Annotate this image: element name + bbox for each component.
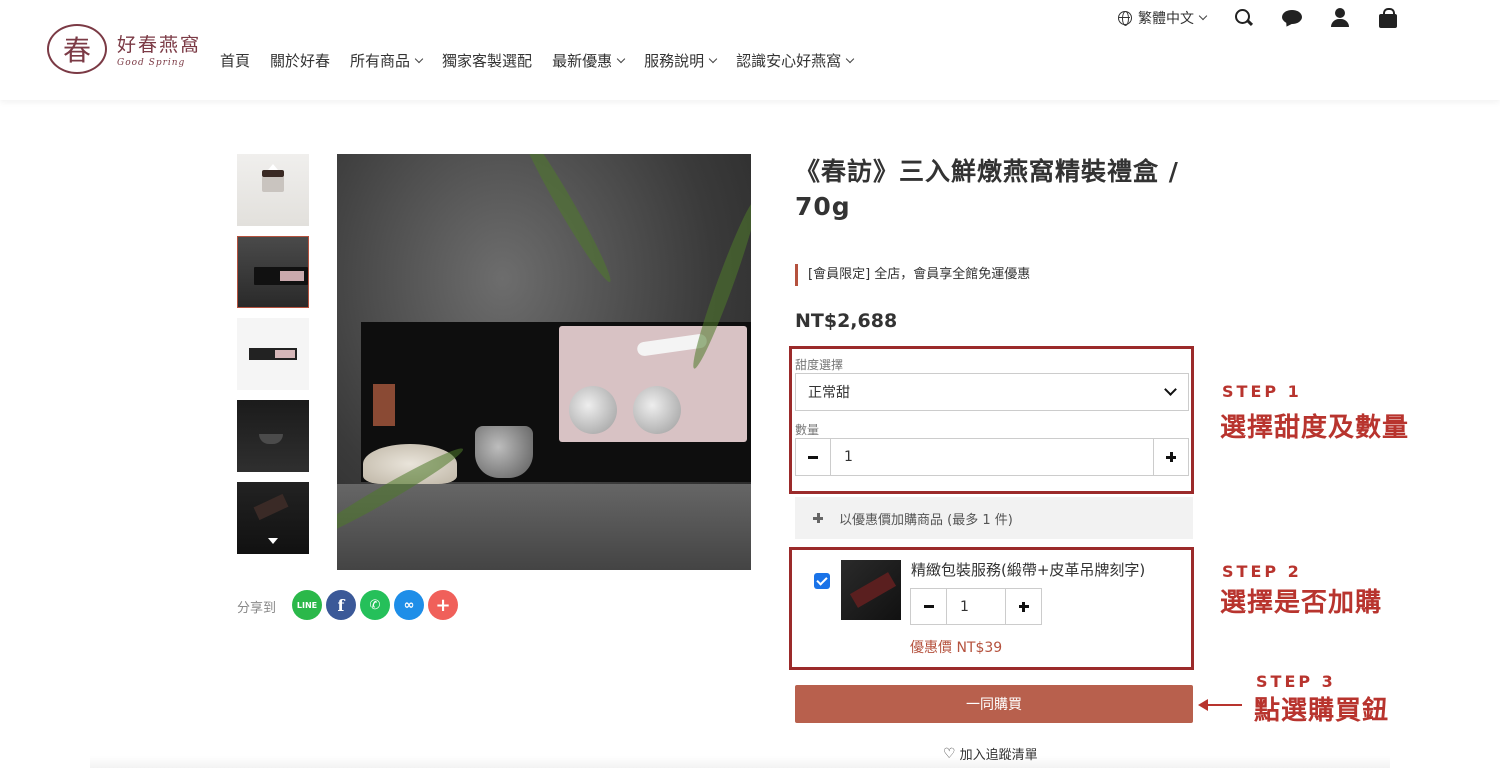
step3-arrow-icon [1198,699,1242,711]
step2-description: 選擇是否加購 [1220,588,1383,618]
arrow-down-icon[interactable] [268,538,278,544]
step3-description: 點選購買鈕 [1254,696,1390,726]
logo-text: 好春燕窩 Good Spring [117,30,201,68]
addon-price: 優惠價 NT$39 [910,640,1003,656]
site-header: 春 好春燕窩 Good Spring 首頁 關於好春 所有商品 獨家客製選配 最… [0,0,1500,100]
site-logo[interactable]: 春 好春燕窩 Good Spring [47,24,201,74]
nav-label: 獨家客製選配 [442,52,533,70]
chevron-down-icon [414,54,424,63]
globe-icon [1118,11,1132,26]
bottom-shadow [90,756,1390,768]
thumbnail-4[interactable] [237,400,309,472]
chevron-down-icon [616,54,626,63]
quantity-stepper: 1 [795,438,1189,476]
thumbnail-box [253,493,289,521]
thumbnail-list [237,154,309,564]
main-product-image[interactable] [337,154,751,570]
more-share-icon[interactable]: + [428,590,458,620]
nav-about[interactable]: 關於好春 [270,50,330,71]
nav-custom[interactable]: 獨家客製選配 [442,50,532,71]
logo-name-cn: 好春燕窩 [117,34,202,56]
logo-mark: 春 [47,24,107,74]
quantity-label: 數量 [795,423,820,437]
nav-label: 首頁 [220,52,251,70]
share-buttons: LINE f ✆ ∞ + [292,590,462,620]
addon-toggle-label: 以優惠價加購商品 (最多 1 件) [839,512,1013,528]
step3-title: STEP 3 [1256,672,1336,691]
step2-title: STEP 2 [1222,562,1302,581]
share-label: 分享到 [237,601,277,616]
thumbnail-3[interactable] [237,318,309,390]
addon-toggle[interactable]: 以優惠價加購商品 (最多 1 件) [795,497,1193,539]
chevron-down-icon [845,54,855,63]
main-nav: 首頁 關於好春 所有商品 獨家客製選配 最新優惠 服務說明 認識安心好燕窩 [220,50,873,71]
language-selector[interactable]: 繁體中文 [1118,8,1208,28]
utility-bar: 繁體中文 [1118,8,1398,28]
language-label: 繁體中文 [1138,11,1194,27]
buy-together-button[interactable]: 一同購買 [795,685,1193,723]
chat-icon[interactable] [1282,8,1302,28]
image-jar [633,386,681,434]
line-share-icon[interactable]: LINE [292,590,322,620]
thumbnail-2[interactable] [237,236,309,308]
facebook-share-icon[interactable]: f [326,590,356,620]
logo-name-en: Good Spring [117,58,186,68]
nav-promotions[interactable]: 最新優惠 [552,50,626,71]
step1-description: 選擇甜度及數量 [1220,413,1410,443]
user-icon[interactable] [1330,8,1350,28]
nav-label: 所有商品 [350,52,411,70]
chevron-down-icon [708,54,718,63]
plus-icon [813,513,823,523]
addon-checkbox[interactable] [814,573,830,589]
image-table [337,484,751,570]
product-price: NT$2,688 [795,310,898,332]
nav-label: 最新優惠 [552,52,613,70]
link-share-icon[interactable]: ∞ [394,590,424,620]
nav-all-products[interactable]: 所有商品 [350,50,424,71]
thumbnail-jar [262,170,284,192]
thumbnail-box [249,348,297,360]
thumbnail-bowl [259,434,283,444]
quantity-input[interactable]: 1 [831,438,1153,476]
addon-product-name: 精緻包裝服務(緞帶+皮革吊牌刻字) [911,561,1146,579]
addon-quantity-stepper: 1 [910,588,1042,625]
image-card [373,384,395,426]
thumbnail-1[interactable] [237,154,309,226]
bag-icon[interactable] [1378,8,1398,28]
quantity-decrease-button[interactable] [795,438,831,476]
nav-label: 認識安心好燕窩 [736,52,842,70]
thumbnail-5[interactable] [237,482,309,554]
thumbnail-box [254,267,308,285]
nav-label: 服務說明 [644,52,705,70]
step1-title: STEP 1 [1222,382,1302,401]
chevron-down-icon [1198,11,1208,21]
promo-banner: [會員限定] 全店，會員享全館免運優惠 [795,264,1030,286]
search-icon[interactable] [1234,8,1254,28]
nav-home[interactable]: 首頁 [220,50,250,71]
addon-quantity-increase-button[interactable] [1005,588,1042,625]
addon-quantity-input[interactable]: 1 [947,588,1005,625]
image-jar [569,386,617,434]
image-leaf [513,154,617,286]
arrow-up-icon[interactable] [268,164,278,170]
product-title: 《春訪》三入鮮燉燕窩精裝禮盒 / 70g [795,157,1179,221]
sweetness-label: 甜度選擇 [795,358,844,372]
nav-service[interactable]: 服務說明 [644,50,718,71]
whatsapp-share-icon[interactable]: ✆ [360,590,390,620]
nav-label: 關於好春 [270,52,331,70]
quantity-increase-button[interactable] [1153,438,1189,476]
addon-quantity-decrease-button[interactable] [910,588,947,625]
sweetness-value: 正常甜 [808,385,850,401]
sweetness-select[interactable]: 正常甜 [795,373,1189,411]
addon-product-image [841,560,901,620]
image-cup [475,426,533,478]
nav-learn[interactable]: 認識安心好燕窩 [736,50,855,71]
chevron-down-icon [1164,383,1177,396]
